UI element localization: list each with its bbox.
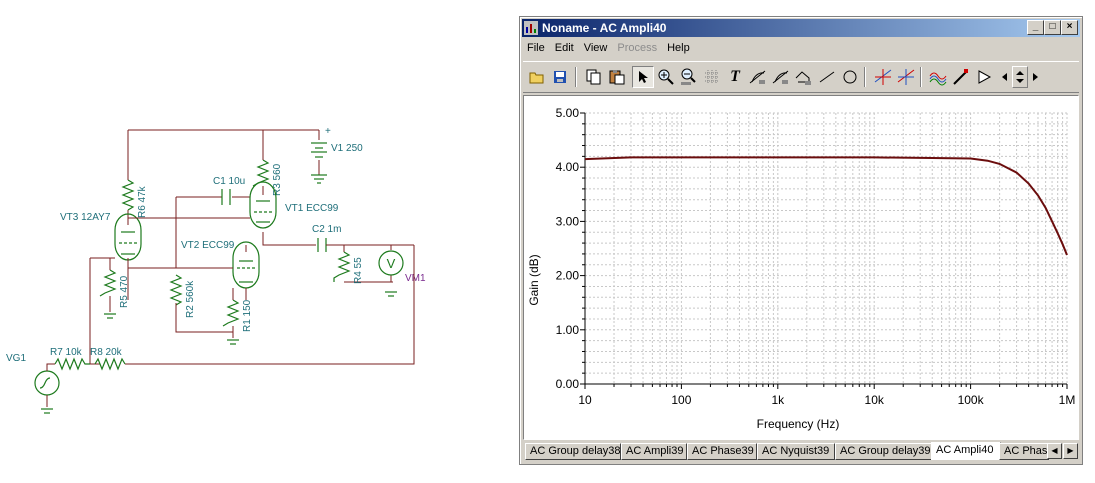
line-icon[interactable] [816, 66, 838, 88]
tab-ac-phase40[interactable]: AC Phas [999, 443, 1049, 460]
menu-file[interactable]: File [522, 39, 550, 57]
svg-text:V: V [387, 256, 396, 271]
tab-ac-nyquist39[interactable]: AC Nyquist39 [757, 443, 835, 460]
menu-help[interactable]: Help [662, 39, 695, 57]
analysis-window[interactable]: Noname - AC Ampli40 _ □ × File Edit View Pr… [519, 16, 1083, 465]
window-title: Noname - AC Ampli40 [542, 21, 667, 35]
v1-label: V1 250 [331, 143, 363, 154]
x-tick-label: 100k [958, 393, 985, 407]
y-tick-label: 0.00 [556, 377, 580, 391]
save-icon[interactable] [549, 66, 571, 88]
r7-label: R7 10k [50, 347, 83, 358]
resistor-r2[interactable] [169, 274, 183, 306]
curves-icon[interactable] [927, 66, 949, 88]
tab-ac-ampli40[interactable]: AC Ampli40 [931, 442, 1001, 460]
cursor-a-icon[interactable] [872, 66, 894, 88]
y-tick-label: 5.00 [556, 106, 580, 120]
paste-icon[interactable] [606, 66, 628, 88]
tab-ac-group-delay38[interactable]: AC Group delay38 [525, 443, 621, 460]
resistor-r8[interactable] [94, 357, 126, 371]
tab-scroll-right-button[interactable]: ▶ [1063, 443, 1078, 459]
scroll-right-icon[interactable] [1029, 66, 1043, 88]
resistor-r7[interactable] [54, 357, 90, 371]
resistor-r4[interactable] [333, 251, 351, 282]
gain-chart[interactable]: 10 100 1k 10k 100k 1M 0.00 1.00 2.00 3.00 4.00 5.00… [524, 96, 1078, 439]
capacitor-c1[interactable] [221, 189, 231, 205]
open-icon[interactable] [526, 66, 548, 88]
text-icon[interactable]: T [724, 66, 746, 88]
plot-area[interactable]: 10 100 1k 10k 100k 1M 0.00 1.00 2.00 3.00 4.00 5.00… [523, 95, 1079, 440]
x-tick-label: 1M [1059, 393, 1076, 407]
vm1-label: VM1 [405, 273, 426, 284]
tangent-2-icon[interactable] [770, 66, 792, 88]
menu-edit[interactable]: Edit [550, 39, 579, 57]
x-axis-label: Frequency (Hz) [757, 417, 840, 431]
y-tick-label: 2.00 [556, 269, 580, 283]
maximize-button[interactable]: □ [1044, 20, 1061, 35]
y-axis-label: Gain (dB) [527, 254, 541, 305]
y-tick-label: 3.00 [556, 214, 580, 228]
c1-label: C1 10u [213, 176, 245, 187]
r1-label: R1 150 [242, 299, 253, 332]
signal-generator-vg1[interactable] [34, 363, 60, 414]
r6-label: R6 47k [137, 185, 148, 218]
r2-label: R2 560k [185, 280, 196, 318]
r3-label: R3 560 [272, 163, 283, 196]
capacitor-c2[interactable] [317, 238, 327, 252]
menu-view[interactable]: View [579, 39, 613, 57]
cursor-b-icon[interactable] [895, 66, 917, 88]
menu-process: Process [617, 42, 658, 54]
x-tick-label: 1k [771, 393, 785, 407]
r5-label: R5 470 [119, 275, 130, 308]
circle-icon[interactable] [839, 66, 861, 88]
tangent-icon[interactable] [747, 66, 769, 88]
r4-label: R4 55 [353, 257, 364, 284]
circuit-schematic[interactable]: + V1 250 R6 47k R3 560 C1 10u VT1 ECC99 … [0, 0, 515, 483]
r8-label: R8 20k [90, 347, 123, 358]
voltmeter-vm1[interactable]: V [378, 250, 404, 297]
app-icon [524, 21, 538, 35]
vt1-label: VT1 ECC99 [285, 203, 339, 214]
zoom-in-icon[interactable] [655, 66, 677, 88]
scroll-updown-icon[interactable] [1012, 66, 1028, 88]
c2-label: C2 1m [312, 224, 341, 235]
pen-icon[interactable] [950, 66, 972, 88]
toolbar: T [523, 61, 1079, 93]
polyline-icon[interactable] [793, 66, 815, 88]
x-tick-label: 100 [671, 393, 691, 407]
vg1-label: VG1 [6, 353, 26, 364]
x-tick-label: 10k [865, 393, 885, 407]
grid-icon[interactable] [701, 66, 723, 88]
copy-icon[interactable] [583, 66, 605, 88]
close-button[interactable]: × [1061, 20, 1078, 35]
menu-bar: File Edit View Process Help [522, 39, 1080, 57]
vt3-label: VT3 12AY7 [60, 212, 111, 223]
y-tick-label: 4.00 [556, 160, 580, 174]
tab-scroll-left-button[interactable]: ◀ [1047, 443, 1062, 459]
tab-ac-group-delay39[interactable]: AC Group delay39 [835, 443, 933, 460]
minimize-button[interactable]: _ [1027, 20, 1044, 35]
pointer-icon[interactable] [632, 66, 654, 88]
wire-top-rail [128, 129, 320, 175]
tab-strip: AC Group delay38 AC Ampli39 AC Phase39 A… [523, 442, 1079, 460]
scroll-left-icon[interactable] [997, 66, 1011, 88]
gain-curve[interactable] [584, 156, 1068, 256]
vt2-label: VT2 ECC99 [181, 240, 235, 251]
x-tick-label: 10 [578, 393, 592, 407]
tab-ac-ampli39[interactable]: AC Ampli39 [621, 443, 687, 460]
v1-plus-label: + [325, 126, 331, 137]
resistor-r1[interactable] [222, 299, 240, 327]
arrow-icon[interactable] [973, 66, 995, 88]
zoom-100-icon[interactable] [678, 66, 700, 88]
title-bar[interactable]: Noname - AC Ampli40 _ □ × [522, 19, 1080, 37]
y-tick-label: 1.00 [556, 323, 580, 337]
resistor-r6[interactable] [121, 179, 135, 211]
tab-ac-phase39[interactable]: AC Phase39 [687, 443, 757, 460]
resistor-r5[interactable] [99, 269, 117, 297]
